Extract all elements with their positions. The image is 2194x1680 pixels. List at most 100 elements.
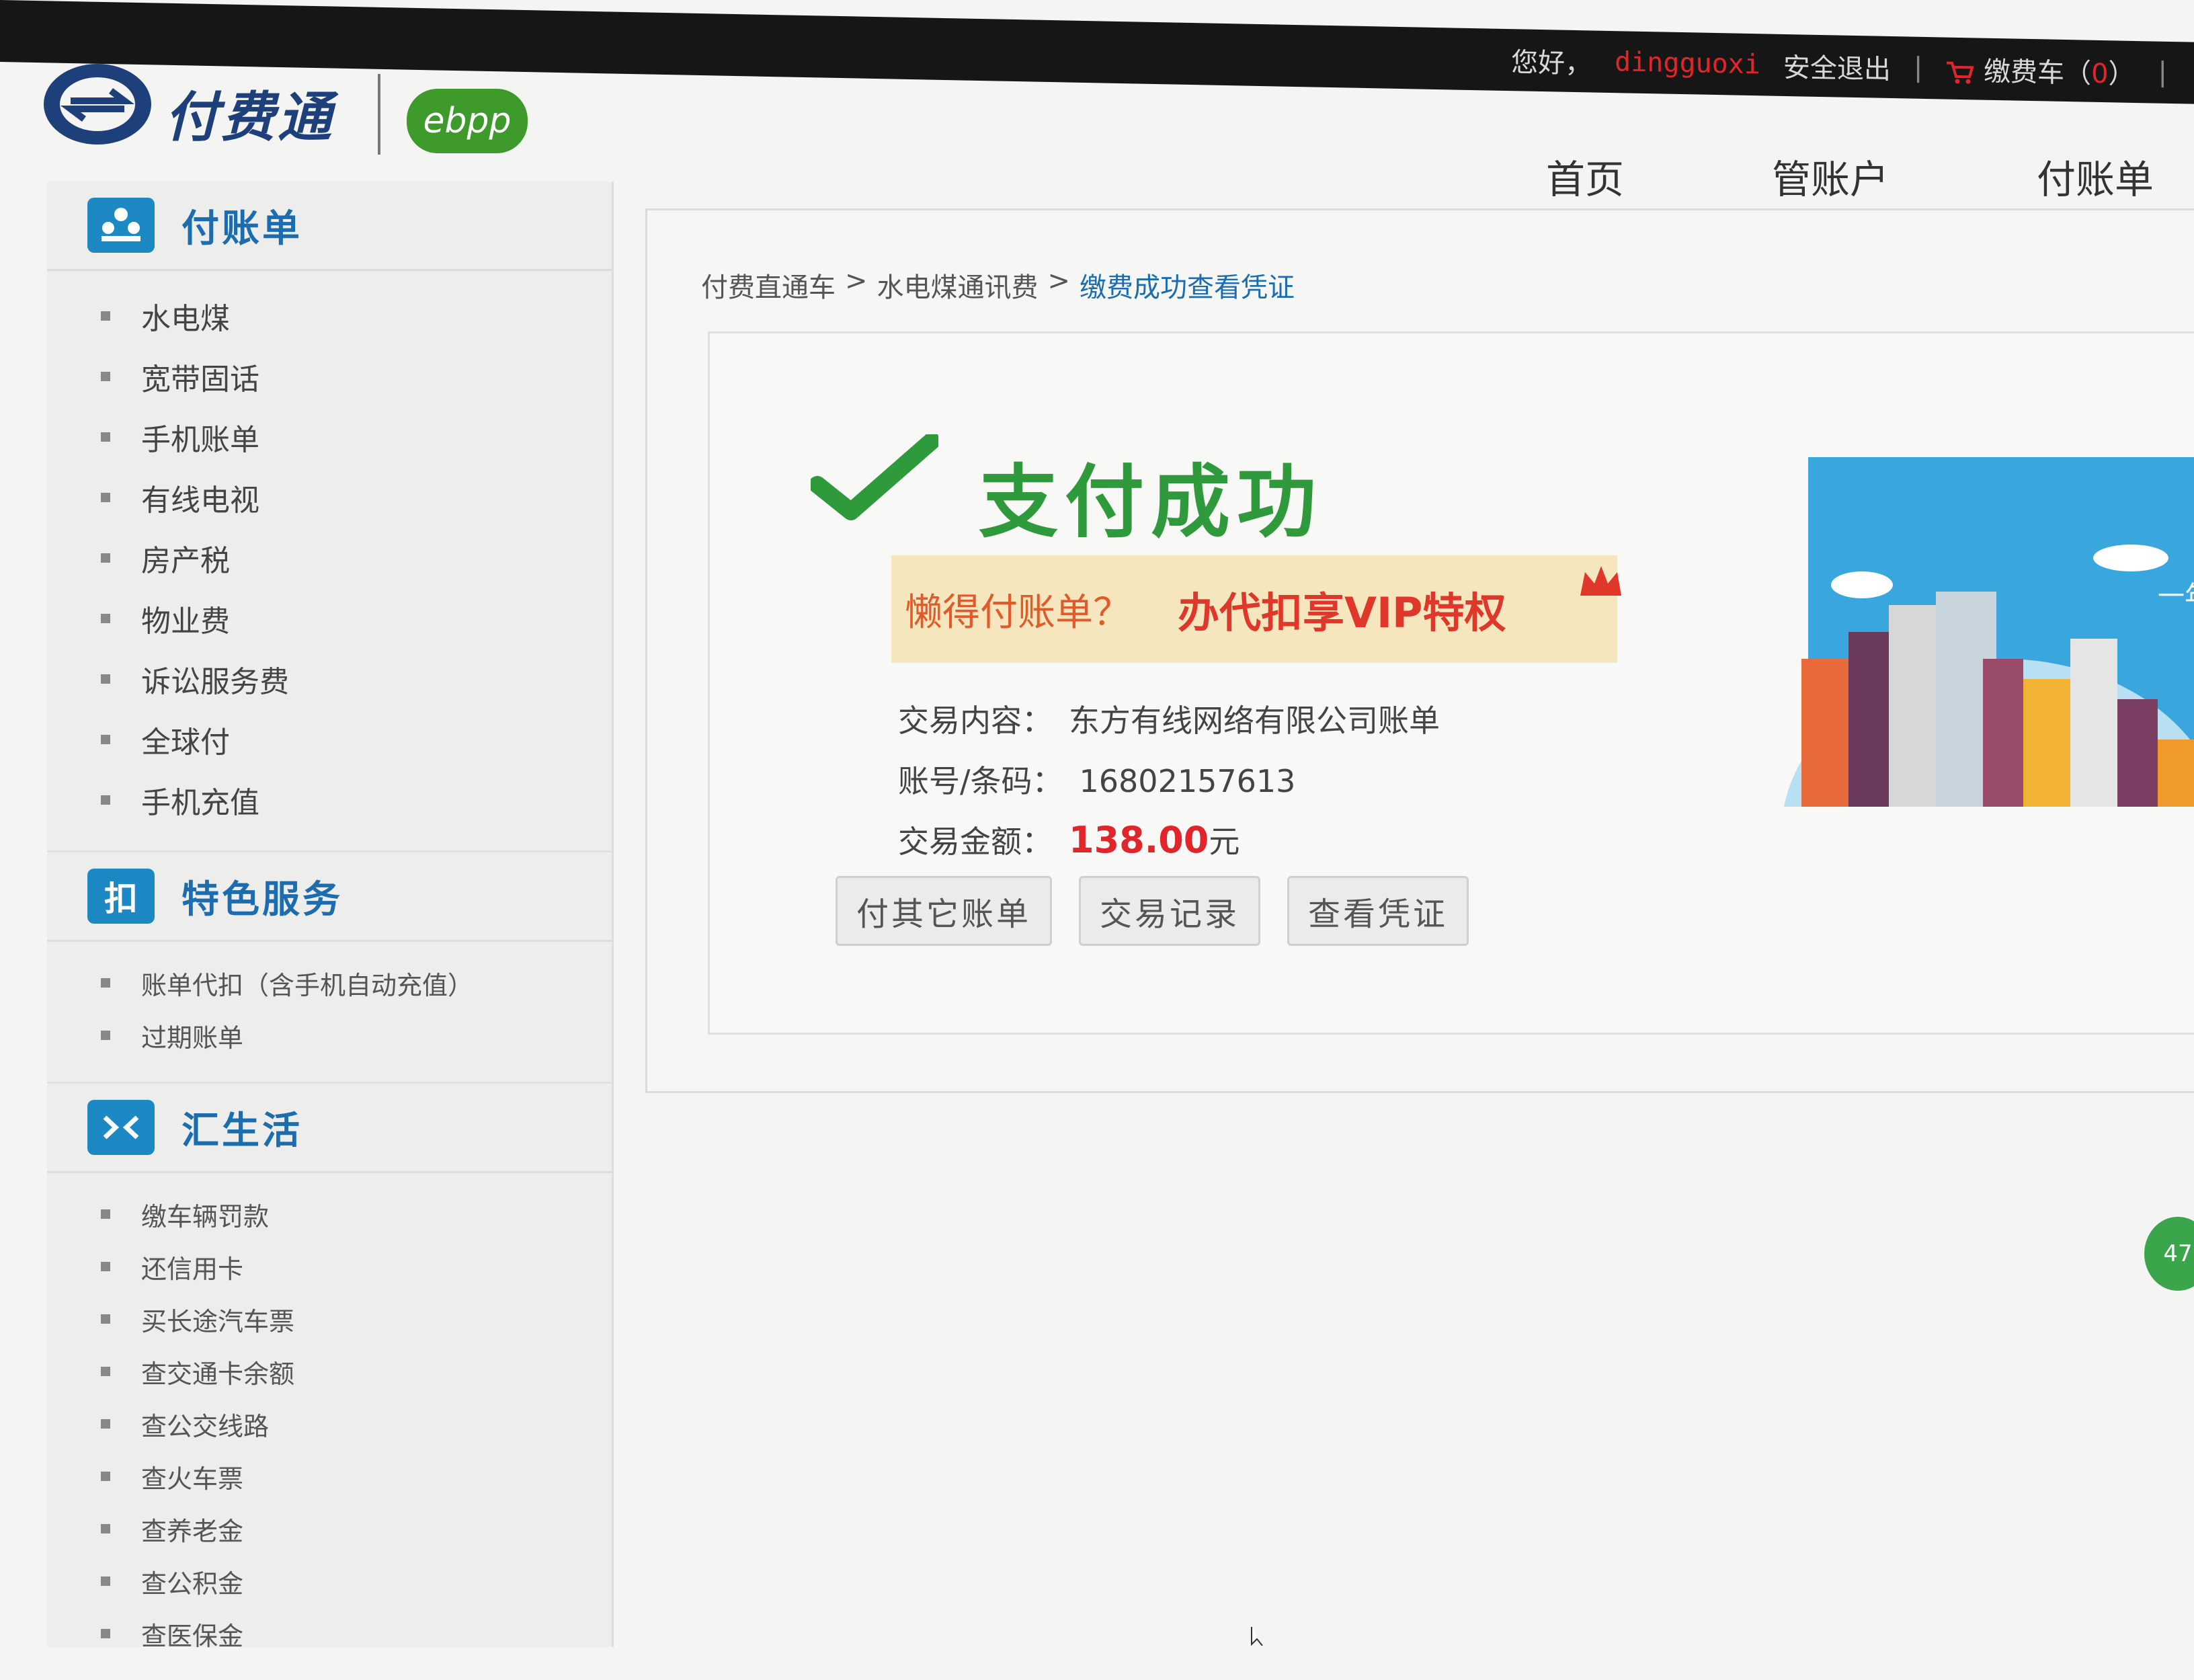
promo-vip-link[interactable]: 办代扣享VIP特权 xyxy=(1178,579,1506,639)
life-icon xyxy=(87,1100,155,1155)
bullet-icon xyxy=(101,553,110,563)
nav-pay-bill[interactable]: 付账单 xyxy=(2037,148,2154,204)
sidebar-item-auto-deduct[interactable]: 账单代扣（含手机自动充值） xyxy=(101,957,612,1009)
sidebar-item-transit-card[interactable]: 查交通卡余额 xyxy=(101,1345,612,1398)
promo-question: 懒得付账单？ xyxy=(905,590,1131,635)
sidebar-item-label: 还信用卡 xyxy=(141,1254,244,1284)
sidebar-item-litigation-fee[interactable]: 诉讼服务费 xyxy=(101,649,612,709)
sidebar-item-label: 查交通卡余额 xyxy=(141,1359,295,1389)
sidebar-section-title: 汇生活 xyxy=(181,1109,302,1153)
nav-home[interactable]: 首页 xyxy=(1546,148,1624,204)
sidebar-item-property-tax[interactable]: 房产税 xyxy=(101,528,612,588)
sidebar-item-label: 查火车票 xyxy=(141,1464,244,1494)
sidebar-item-traffic-fine[interactable]: 缴车辆罚款 xyxy=(101,1188,612,1240)
sidebar-item-label: 查公积金 xyxy=(141,1568,244,1599)
bullet-icon xyxy=(101,372,110,381)
sidebar-item-label: 有线电视 xyxy=(141,483,259,518)
brand-logo-text[interactable]: 付费通 xyxy=(165,74,334,152)
pay-other-bill-button[interactable]: 付其它账单 xyxy=(836,876,1053,946)
sidebar-item-bus-ticket[interactable]: 买长途汽车票 xyxy=(101,1293,612,1345)
sidebar-item-mobile-bill[interactable]: 手机账单 xyxy=(101,407,612,467)
sidebar-item-label: 全球付 xyxy=(141,725,230,760)
sidebar-section-title: 付账单 xyxy=(181,206,302,251)
sidebar-item-bus-route[interactable]: 查公交线路 xyxy=(101,1398,612,1450)
bullet-icon xyxy=(101,1367,110,1376)
people-icon xyxy=(87,198,155,253)
sidebar-section-special-services[interactable]: 扣 特色服务 xyxy=(47,852,612,942)
sidebar-item-label: 查养老金 xyxy=(141,1516,244,1546)
sidebar-list-special-services: 账单代扣（含手机自动充值） 过期账单 xyxy=(47,942,612,1084)
ebpp-badge: ebpp xyxy=(407,89,528,153)
payment-success-title: 支付成功 xyxy=(979,456,1324,549)
sidebar: 付账单 水电煤 宽带固话 手机账单 有线电视 房产税 物业费 诉讼服务费 全球付… xyxy=(47,182,614,1651)
bullet-icon xyxy=(101,432,110,442)
transaction-history-button[interactable]: 交易记录 xyxy=(1079,876,1261,946)
crown-icon xyxy=(1580,566,1621,596)
transaction-content-value: 东方有线网络有限公司账单 xyxy=(1069,703,1440,739)
view-receipt-button[interactable]: 查看凭证 xyxy=(1287,876,1469,946)
sidebar-item-housing-fund[interactable]: 查公积金 xyxy=(101,1555,612,1607)
nav-manage-account[interactable]: 管账户 xyxy=(1772,148,1889,204)
banner-text: 一年 xyxy=(2158,581,2194,612)
amount-row: 交易金额： 138.00元 xyxy=(898,817,1240,862)
vip-promo-banner[interactable]: 懒得付账单？ 办代扣享VIP特权 xyxy=(891,555,1621,663)
deduct-icon: 扣 xyxy=(87,869,155,924)
sidebar-item-utilities[interactable]: 水电煤 xyxy=(101,286,612,346)
breadcrumb-item-express[interactable]: 付费直通车 xyxy=(701,266,836,305)
breadcrumb-separator: > xyxy=(1047,266,1071,296)
sidebar-item-label: 买长途汽车票 xyxy=(141,1306,295,1336)
bullet-icon xyxy=(101,1629,110,1638)
sidebar-item-label: 过期账单 xyxy=(141,1023,244,1053)
breadcrumb-current: 缴费成功查看凭证 xyxy=(1080,272,1295,303)
transaction-content-label: 交易内容： xyxy=(898,703,1053,739)
sidebar-item-broadband[interactable]: 宽带固话 xyxy=(101,346,612,407)
main-nav: 首页 管账户 付账单 xyxy=(1546,148,2154,204)
bullet-icon xyxy=(101,978,110,988)
amount-label: 交易金额： xyxy=(898,824,1053,860)
bullet-icon xyxy=(101,1524,110,1533)
sidebar-section-life[interactable]: 汇生活 xyxy=(47,1084,612,1173)
bullet-icon xyxy=(101,735,110,744)
sidebar-list-pay-bill: 水电煤 宽带固话 手机账单 有线电视 房产税 物业费 诉讼服务费 全球付 手机充… xyxy=(47,271,612,852)
sidebar-item-label: 手机账单 xyxy=(141,423,259,457)
sidebar-section-pay-bill[interactable]: 付账单 xyxy=(47,182,612,271)
bullet-icon xyxy=(101,1209,110,1219)
sidebar-item-credit-card[interactable]: 还信用卡 xyxy=(101,1240,612,1293)
breadcrumb-item-utilities[interactable]: 水电煤通讯费 xyxy=(877,266,1039,305)
bullet-icon xyxy=(101,1576,110,1586)
sidebar-item-label: 物业费 xyxy=(141,604,230,639)
action-buttons: 付其它账单 交易记录 查看凭证 xyxy=(836,876,1469,946)
sidebar-list-life: 缴车辆罚款 还信用卡 买长途汽车票 查交通卡余额 查公交线路 查火车票 查养老金… xyxy=(47,1173,612,1680)
bullet-icon xyxy=(101,674,110,684)
sidebar-item-label: 缴车辆罚款 xyxy=(141,1201,270,1232)
sidebar-item-medical-insurance[interactable]: 查医保金 xyxy=(101,1607,612,1660)
bullet-icon xyxy=(101,493,110,502)
site-header: 付费通 ebpp 首页 管账户 付账单 xyxy=(0,27,2194,202)
sidebar-item-mobile-topup[interactable]: 手机充值 xyxy=(101,770,612,830)
sidebar-item-cable-tv[interactable]: 有线电视 xyxy=(101,467,612,528)
city-promo-illustration[interactable]: 一年 xyxy=(1781,457,2194,807)
sidebar-item-label: 宽带固话 xyxy=(141,362,259,397)
sidebar-item-pension[interactable]: 查养老金 xyxy=(101,1503,612,1555)
amount-value: 138.00 xyxy=(1069,819,1209,861)
sidebar-item-label: 房产税 xyxy=(141,544,230,578)
sidebar-item-global-pay[interactable]: 全球付 xyxy=(101,709,612,770)
sidebar-item-overdue-bill[interactable]: 过期账单 xyxy=(101,1009,612,1062)
breadcrumb-separator: > xyxy=(845,266,868,296)
bullet-icon xyxy=(101,1314,110,1324)
bullet-icon xyxy=(101,795,110,805)
brand-logo-icon[interactable] xyxy=(40,61,155,148)
floating-counter-badge[interactable]: 47 xyxy=(2144,1217,2194,1291)
account-label: 账号/条码： xyxy=(898,763,1063,799)
bullet-icon xyxy=(101,311,110,321)
sidebar-item-label: 查医保金 xyxy=(141,1621,244,1651)
mouse-cursor-icon xyxy=(1251,1627,1263,1646)
sidebar-item-train-ticket[interactable]: 查火车票 xyxy=(101,1450,612,1503)
logo-divider xyxy=(378,74,380,155)
bullet-icon xyxy=(101,614,110,623)
bullet-icon xyxy=(101,1262,110,1271)
sidebar-item-property-fee[interactable]: 物业费 xyxy=(101,588,612,649)
sidebar-item-label: 手机充值 xyxy=(141,786,259,820)
sidebar-item-label: 诉讼服务费 xyxy=(141,665,289,699)
sidebar-item-label: 水电煤 xyxy=(141,302,230,336)
